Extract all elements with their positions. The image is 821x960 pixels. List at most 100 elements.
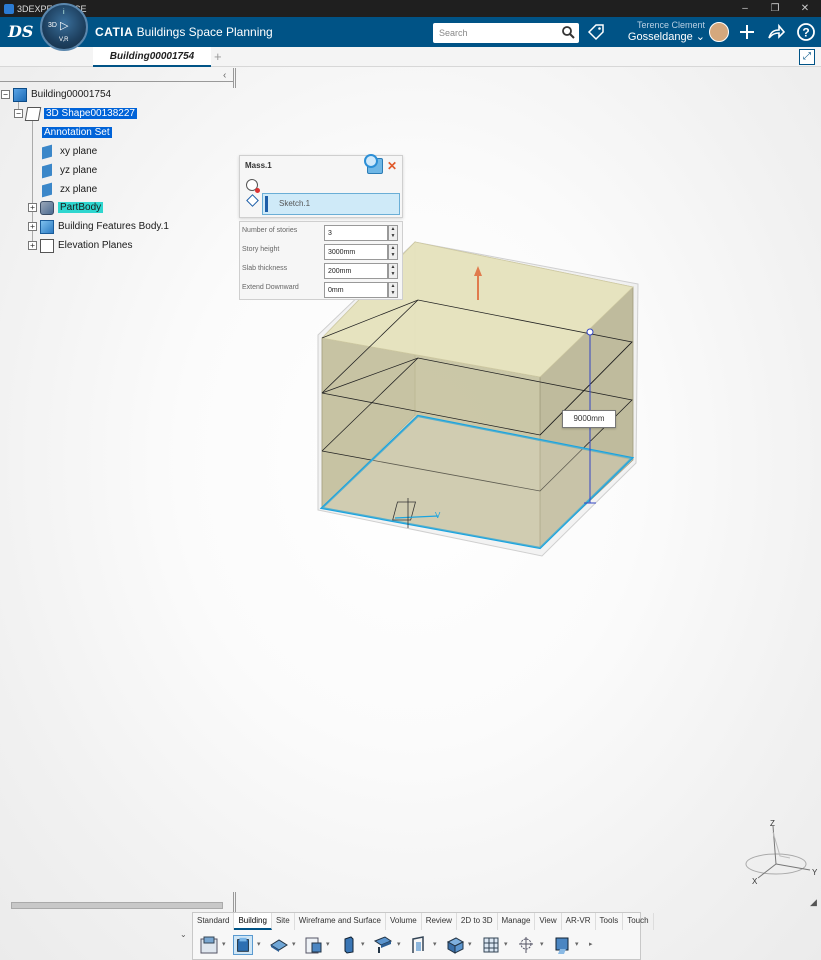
search-input[interactable] bbox=[433, 23, 579, 43]
tree-item-xy-plane[interactable]: xy plane bbox=[42, 143, 97, 160]
anchor-icon[interactable] bbox=[516, 935, 536, 955]
stories-spinner[interactable]: ▲ ▼ bbox=[388, 225, 398, 241]
wall-icon[interactable] bbox=[445, 935, 465, 955]
building-icon bbox=[13, 87, 27, 102]
param-label: Number of stories bbox=[242, 227, 298, 234]
dimension-label[interactable]: 9000mm bbox=[562, 410, 616, 428]
tree-item-zx-plane[interactable]: zx plane bbox=[42, 181, 97, 198]
collapse-tree-button[interactable]: ‹ bbox=[223, 70, 226, 81]
mass-icon[interactable] bbox=[233, 935, 253, 955]
avatar[interactable] bbox=[709, 22, 729, 42]
tab-review[interactable]: Review bbox=[422, 913, 457, 930]
tree-item-building-features[interactable]: + Building Features Body.1 bbox=[28, 218, 169, 235]
tree-item-annotation-set[interactable]: Annotation Set bbox=[42, 124, 112, 141]
tree-item-label: PartBody bbox=[58, 202, 104, 213]
mass-parameters: Number of stories ▲▼ Story height ▲▼ Sla… bbox=[239, 221, 403, 300]
3d-viewport[interactable]: V bbox=[0, 0, 821, 960]
tree-item-elevation-planes[interactable]: + Elevation Planes bbox=[28, 237, 133, 254]
stories-field[interactable] bbox=[324, 225, 388, 241]
tab-view[interactable]: View bbox=[535, 913, 562, 930]
slab-icon[interactable] bbox=[269, 935, 289, 955]
tree-item-yz-plane[interactable]: yz plane bbox=[42, 162, 97, 179]
extend-downward-field[interactable] bbox=[324, 282, 388, 298]
slab-thickness-spinner[interactable]: ▲ ▼ bbox=[388, 263, 398, 279]
space-icon[interactable] bbox=[303, 935, 323, 955]
param-label: Extend Downward bbox=[242, 284, 299, 291]
tab-2d-to-3d[interactable]: 2D to 3D bbox=[457, 913, 498, 930]
help-icon[interactable]: ? bbox=[796, 22, 816, 42]
features-body-icon bbox=[40, 219, 54, 234]
ok-button[interactable]: ✓ bbox=[364, 154, 383, 174]
sketch-outline bbox=[319, 414, 635, 550]
share-icon[interactable] bbox=[766, 22, 786, 42]
story-height-field[interactable] bbox=[324, 244, 388, 260]
compass-vr-label: V,R bbox=[59, 37, 69, 43]
tree-resize-handle[interactable] bbox=[233, 68, 236, 88]
dialog-title: Mass.1 bbox=[245, 161, 272, 170]
corner-handle-icon[interactable]: ◢ bbox=[810, 897, 817, 908]
expand-icon[interactable]: ⤢ bbox=[799, 49, 815, 65]
info-icon: i bbox=[63, 9, 65, 16]
plane-icon bbox=[42, 182, 52, 197]
tab-building[interactable]: Building00001754 bbox=[93, 47, 211, 67]
add-icon[interactable] bbox=[737, 22, 757, 42]
tree-item-building[interactable]: − Building00001754 bbox=[1, 86, 111, 103]
axis-compass[interactable]: Z X Y bbox=[742, 818, 820, 888]
tab-ar-vr[interactable]: AR-VR bbox=[562, 913, 596, 930]
tree-item-3d-shape[interactable]: − 3D Shape00138227 bbox=[14, 105, 137, 122]
tab-manage[interactable]: Manage bbox=[498, 913, 536, 930]
expand-icon[interactable]: + bbox=[28, 203, 37, 212]
collapse-icon[interactable]: − bbox=[1, 90, 10, 99]
user-first-name: Terence Clement bbox=[636, 20, 705, 30]
column-icon[interactable] bbox=[339, 935, 359, 955]
floor-plan-icon[interactable] bbox=[199, 935, 219, 955]
expand-icon[interactable]: + bbox=[28, 241, 37, 250]
grid-icon[interactable] bbox=[481, 935, 501, 955]
beam-icon[interactable] bbox=[373, 935, 393, 955]
story-height-spinner[interactable]: ▲ ▼ bbox=[388, 244, 398, 260]
pick-icon[interactable] bbox=[246, 179, 260, 193]
tab-wireframe-and-surface[interactable]: Wireframe and Surface bbox=[295, 913, 386, 930]
partbody-icon bbox=[40, 200, 54, 215]
opening-icon[interactable] bbox=[409, 935, 429, 955]
bottom-resize-handle[interactable] bbox=[233, 892, 236, 912]
more-icon[interactable]: ▸ bbox=[589, 940, 593, 948]
elevation-planes-icon bbox=[40, 238, 54, 253]
expand-icon[interactable]: + bbox=[28, 222, 37, 231]
tree-item-label: 3D Shape00138227 bbox=[44, 108, 137, 119]
sketch-selector[interactable]: Sketch.1 bbox=[262, 193, 400, 215]
app-title: CATIA Buildings Space Planning bbox=[95, 25, 273, 39]
compass-widget[interactable]: i 3D ▷ V,R bbox=[40, 3, 88, 51]
param-row-extend: Extend Downward ▲▼ bbox=[240, 280, 404, 298]
facade-icon[interactable] bbox=[552, 935, 572, 955]
tab-volume[interactable]: Volume bbox=[386, 913, 422, 930]
cancel-button[interactable]: ✕ bbox=[387, 159, 397, 173]
param-row-slab: Slab thickness ▲▼ bbox=[240, 261, 404, 279]
tab-tools[interactable]: Tools bbox=[596, 913, 624, 930]
tab-touch[interactable]: Touch bbox=[623, 913, 654, 930]
extend-downward-spinner[interactable]: ▲ ▼ bbox=[388, 282, 398, 298]
profile-icon bbox=[246, 194, 259, 207]
action-bar-chevron-icon[interactable]: ⌄ bbox=[180, 930, 187, 939]
maximize-button[interactable]: ❐ bbox=[760, 0, 790, 17]
add-tab-button[interactable]: + bbox=[214, 49, 222, 64]
os-title-bar: 3DEXPERIENCE bbox=[0, 0, 821, 17]
action-bar-icons: ▾ ▾ ▾ ▾ ▾ ▾ ▾ ▾ ▾ ▾ ▾ ▸ bbox=[193, 931, 642, 960]
minimize-button[interactable]: – bbox=[730, 0, 760, 17]
tree-divider-line bbox=[0, 81, 233, 82]
tree-scrollbar[interactable] bbox=[11, 902, 223, 909]
tree-item-partbody[interactable]: + PartBody bbox=[28, 199, 104, 216]
tab-site[interactable]: Site bbox=[272, 913, 295, 930]
param-label: Story height bbox=[242, 246, 280, 253]
ds-logo-icon[interactable]: DS bbox=[8, 22, 33, 41]
tab-building[interactable]: Building bbox=[234, 913, 272, 930]
action-bar-tabs: Standard Building Site Wireframe and Surfac… bbox=[193, 913, 654, 930]
search-icon[interactable] bbox=[560, 25, 576, 41]
user-menu[interactable]: Terence Clement Gosseldange ⌄ bbox=[615, 20, 705, 44]
tab-standard[interactable]: Standard bbox=[193, 913, 235, 930]
sketch-axis-icon: V bbox=[392, 498, 441, 528]
tag-icon[interactable] bbox=[587, 23, 605, 41]
collapse-icon[interactable]: − bbox=[14, 109, 23, 118]
slab-thickness-field[interactable] bbox=[324, 263, 388, 279]
close-window-button[interactable]: ✕ bbox=[790, 0, 820, 17]
